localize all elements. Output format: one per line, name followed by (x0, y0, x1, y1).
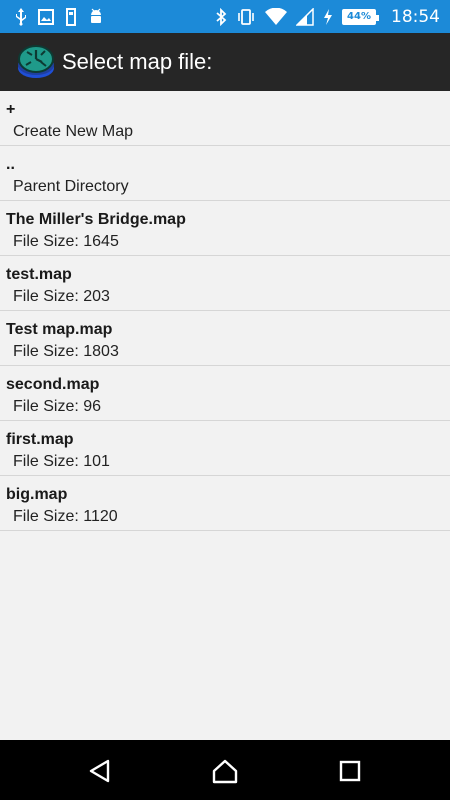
item-detail: File Size: 1645 (13, 233, 119, 250)
clock: 18:54 (391, 6, 440, 27)
file-list: + Create New Map .. Parent Directory The… (0, 91, 450, 531)
bluetooth-icon (215, 7, 227, 26)
item-detail: File Size: 1803 (13, 343, 119, 360)
item-title: Test map.map (6, 321, 113, 338)
home-icon[interactable] (212, 758, 238, 784)
item-title: big.map (6, 486, 68, 503)
list-item-map-file[interactable]: first.map File Size: 101 (0, 421, 450, 476)
recents-icon[interactable] (337, 758, 363, 784)
item-detail: File Size: 203 (13, 288, 110, 305)
item-title: The Miller's Bridge.map (6, 211, 186, 228)
storage-icon (64, 7, 78, 26)
list-item-parent-directory[interactable]: .. Parent Directory (0, 146, 450, 201)
list-item-map-file[interactable]: Test map.map File Size: 1803 (0, 311, 450, 366)
item-detail: File Size: 1120 (13, 508, 118, 525)
item-title: second.map (6, 376, 100, 393)
list-item-map-file[interactable]: The Miller's Bridge.map File Size: 1645 (0, 201, 450, 256)
map-clock-logo[interactable] (16, 42, 56, 82)
wifi-icon (265, 7, 287, 26)
vibrate-icon (236, 8, 256, 26)
item-detail: File Size: 96 (13, 398, 102, 415)
back-icon[interactable] (87, 758, 113, 784)
usb-icon (14, 7, 28, 26)
battery-icon: 44% (342, 8, 379, 25)
item-detail: Parent Directory (13, 178, 129, 195)
android-icon (88, 8, 104, 26)
item-title: + (6, 101, 16, 118)
item-detail: File Size: 101 (13, 453, 110, 470)
navigation-bar (0, 740, 450, 800)
item-title: .. (6, 156, 15, 173)
action-bar: Select map file: (0, 33, 450, 91)
system-status-icons: 44% 18:54 (215, 0, 440, 33)
item-title: first.map (6, 431, 74, 448)
item-title: test.map (6, 266, 72, 283)
list-item-create-new-map[interactable]: + Create New Map (0, 91, 450, 146)
image-icon (38, 8, 54, 25)
page-title: Select map file: (62, 49, 213, 74)
list-item-map-file[interactable]: big.map File Size: 1120 (0, 476, 450, 531)
list-item-map-file[interactable]: test.map File Size: 203 (0, 256, 450, 311)
notification-icons (14, 7, 104, 26)
item-detail: Create New Map (13, 123, 134, 140)
charging-icon (323, 8, 333, 26)
signal-icon (296, 7, 314, 26)
status-bar: 44% 18:54 (0, 0, 450, 33)
list-item-map-file[interactable]: second.map File Size: 96 (0, 366, 450, 421)
